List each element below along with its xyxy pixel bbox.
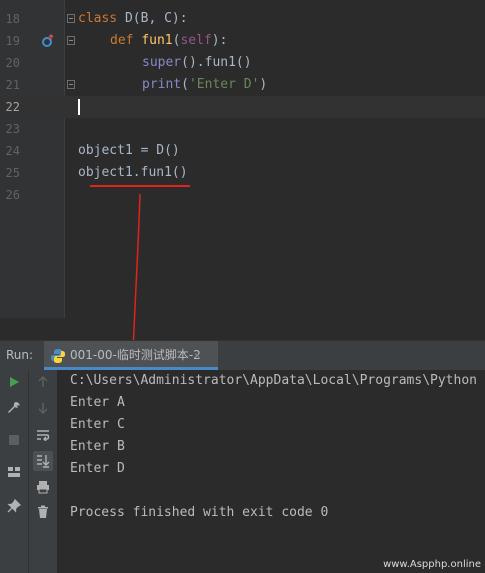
line-number: 24 [5, 144, 20, 158]
code-text: print('Enter D') [142, 77, 268, 92]
code-text: super().fun1() [142, 55, 252, 70]
code-text: class D(B, C): [78, 11, 188, 26]
override-method-icon[interactable] [41, 34, 55, 48]
run-label: Run: [6, 348, 34, 362]
run-toolbar-primary [0, 370, 29, 573]
line-number: 26 [5, 188, 20, 202]
fold-icon[interactable] [67, 80, 75, 89]
print-button[interactable] [33, 477, 53, 497]
line-number: 25 [5, 166, 20, 180]
line-number: 18 [5, 12, 20, 26]
run-console[interactable]: C:\Users\Administrator\AppData\Local\Pro… [58, 370, 485, 573]
fold-icon[interactable] [67, 14, 75, 23]
pin-tab-button[interactable] [4, 496, 24, 516]
close-icon[interactable]: × [194, 341, 201, 370]
run-toolbar-secondary [29, 370, 58, 573]
run-icon [10, 377, 19, 387]
run-config-tab[interactable]: 001-00-临时测试脚本-2 × [44, 341, 218, 370]
arrow-down-icon [38, 403, 48, 414]
code-text: object1.fun1() [78, 165, 188, 180]
soft-wrap-button[interactable] [33, 425, 53, 445]
code-line-19[interactable]: 19 def fun1(self): [0, 30, 485, 52]
next-occurrence-button[interactable] [33, 398, 53, 418]
code-editor[interactable]: 18 class D(B, C): 19 def fun1(self): 20 … [0, 0, 485, 318]
stop-icon [9, 435, 19, 445]
code-text: object1 = D() [78, 143, 180, 158]
wrench-icon [8, 402, 20, 413]
line-number: 21 [5, 78, 20, 92]
rerun-button[interactable] [4, 372, 24, 392]
console-line: C:\Users\Administrator\AppData\Local\Pro… [70, 373, 477, 388]
console-line: Enter B [70, 439, 125, 454]
watermark: www.Aspphp.online [383, 559, 481, 570]
annotation-underline [90, 185, 190, 187]
code-line-18[interactable]: 18 class D(B, C): [0, 8, 485, 30]
run-tab-title: 001-00-临时测试脚本-2 [70, 348, 201, 362]
console-line: Enter C [70, 417, 125, 432]
code-line-21[interactable]: 21 print('Enter D') [0, 74, 485, 96]
text-caret [78, 99, 80, 115]
arrow-up-icon [38, 376, 48, 387]
run-tool-window-header: Run: 001-00-临时测试脚本-2 × [0, 340, 485, 371]
python-icon [51, 349, 65, 363]
code-line-24[interactable]: 24 object1 = D() [0, 140, 485, 162]
console-line: Enter D [70, 461, 125, 476]
code-line-25[interactable]: 25 object1.fun1() [0, 162, 485, 184]
code-line-26[interactable]: 26 [0, 184, 485, 206]
scroll-to-end-button[interactable] [33, 451, 53, 471]
code-text: def fun1(self): [110, 33, 228, 48]
stop-button[interactable] [4, 430, 24, 450]
pin-icon [7, 499, 21, 513]
print-icon [37, 481, 49, 494]
clear-all-button[interactable] [33, 502, 53, 522]
line-number: 22 [5, 100, 20, 114]
trash-icon [38, 505, 48, 518]
line-number: 23 [5, 122, 20, 136]
console-line: Enter A [70, 395, 125, 410]
code-line-23[interactable]: 23 [0, 118, 485, 140]
line-number: 19 [5, 34, 20, 48]
fold-icon[interactable] [67, 36, 75, 45]
scroll-to-end-icon [37, 455, 50, 468]
modify-config-button[interactable] [4, 398, 24, 418]
line-number: 20 [5, 56, 20, 70]
layout-icon [8, 467, 20, 477]
code-line-20[interactable]: 20 super().fun1() [0, 52, 485, 74]
soft-wrap-icon [37, 430, 50, 441]
code-line-22[interactable]: 22 [0, 96, 485, 118]
previous-occurrence-button[interactable] [33, 372, 53, 392]
restore-layout-button[interactable] [4, 462, 24, 482]
console-line: Process finished with exit code 0 [70, 505, 329, 520]
